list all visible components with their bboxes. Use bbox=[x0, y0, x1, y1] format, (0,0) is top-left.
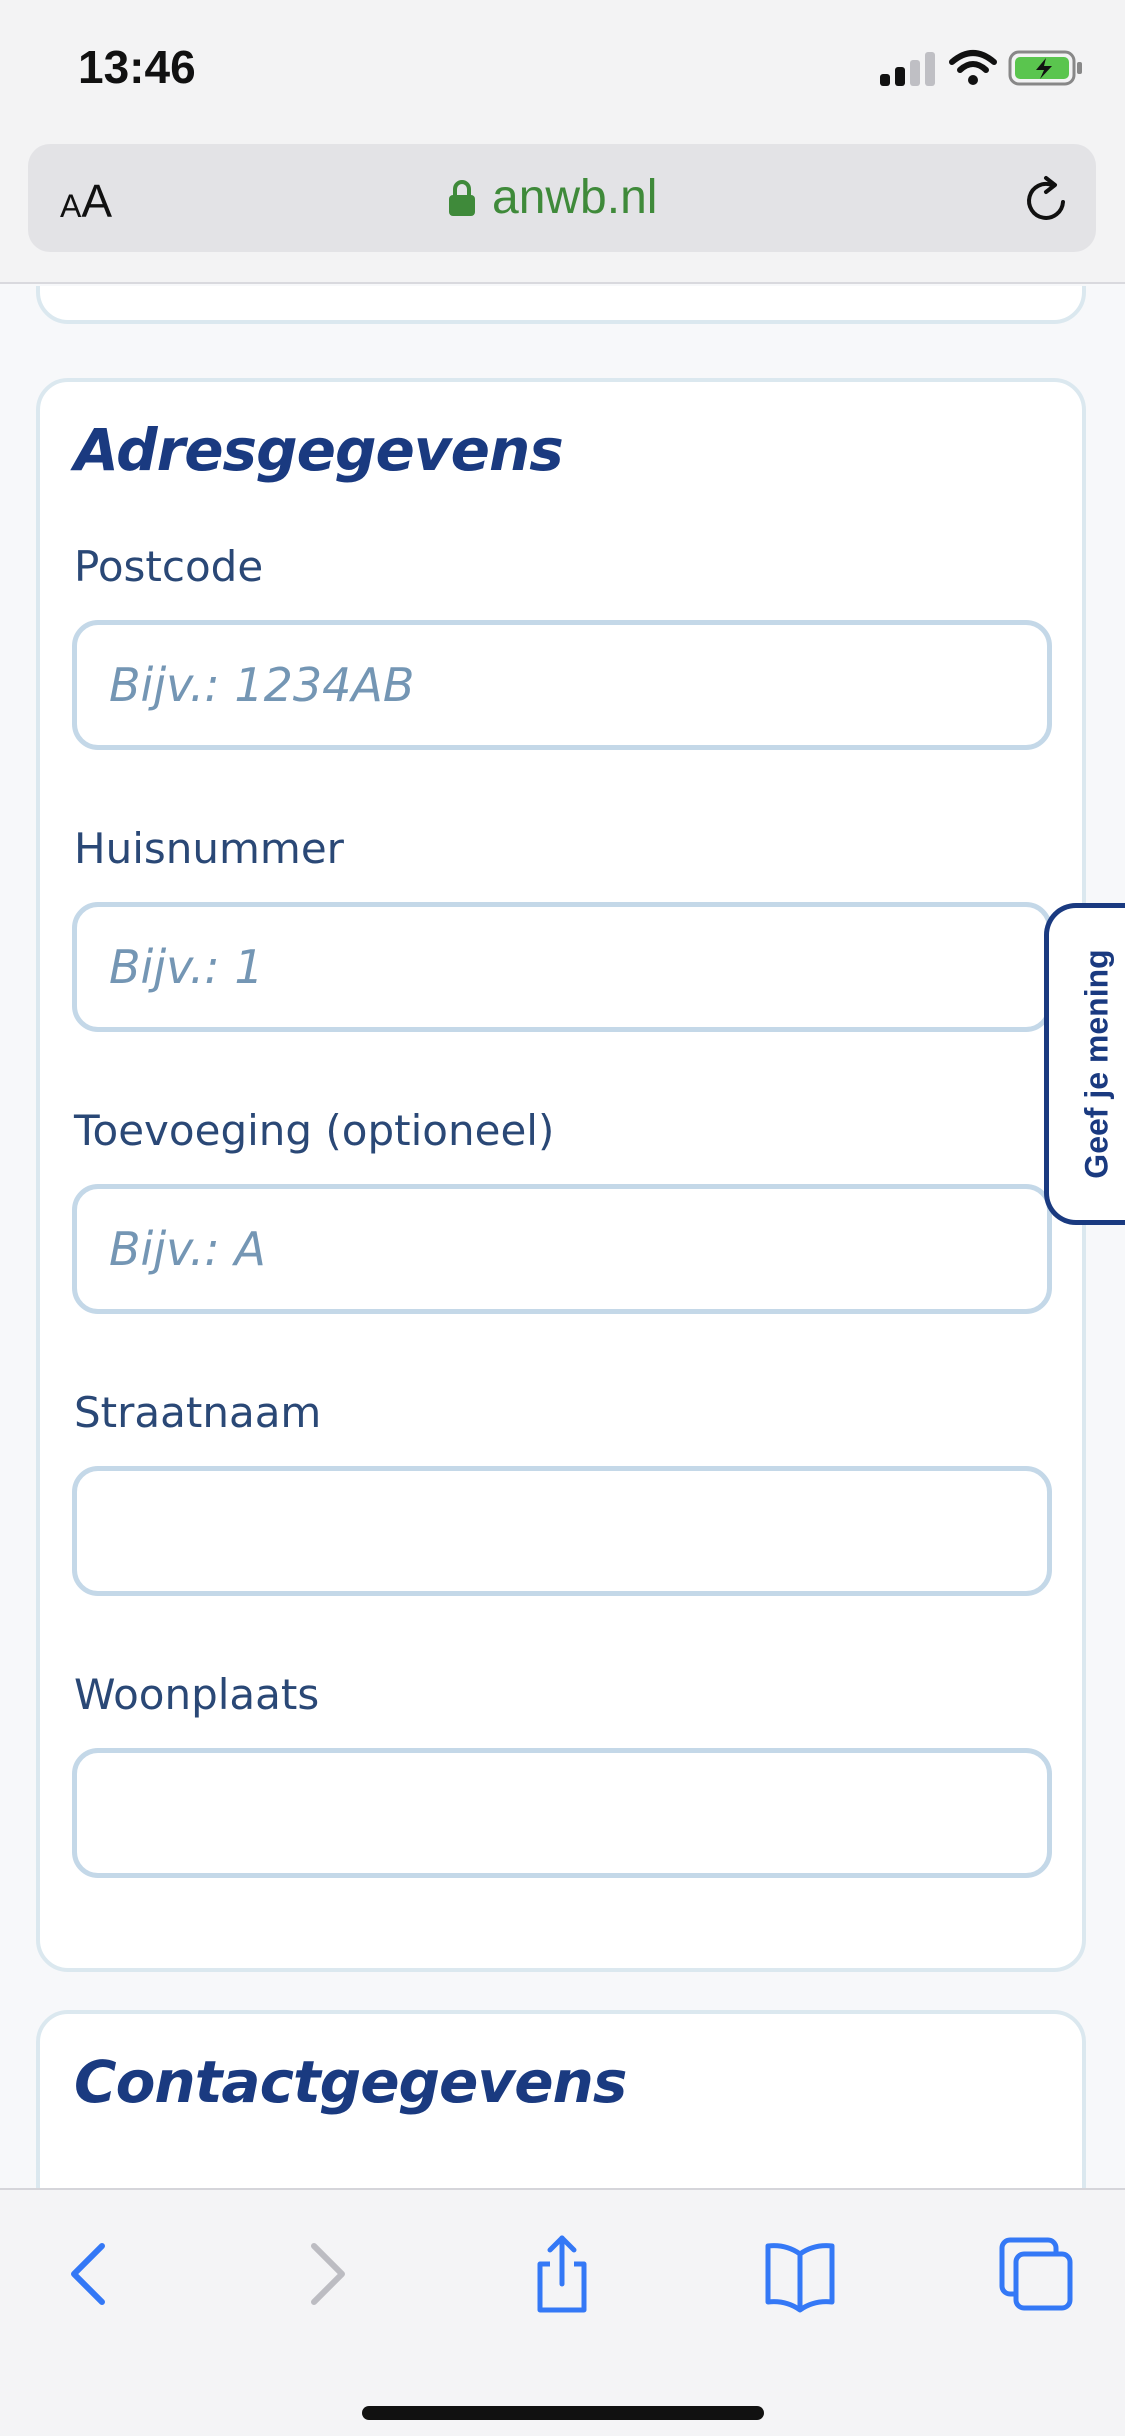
web-page-content: Adresgegevens Postcode Bijv.: 1234AB Hui… bbox=[0, 286, 1125, 2188]
forward-icon[interactable] bbox=[282, 2232, 366, 2316]
city-label: Woonplaats bbox=[74, 1670, 320, 1719]
section-title-contact: Contactgegevens bbox=[74, 2048, 627, 2116]
text-size-small-label: A bbox=[60, 188, 82, 224]
cellular-signal-icon bbox=[880, 52, 936, 86]
url-display[interactable]: anwb.nl bbox=[448, 170, 657, 225]
city-input[interactable] bbox=[72, 1748, 1052, 1878]
status-time: 13:46 bbox=[78, 41, 196, 93]
bookmarks-icon[interactable] bbox=[758, 2232, 842, 2316]
browser-address-area: AA anwb.nl bbox=[0, 140, 1125, 284]
section-title-address: Adresgegevens bbox=[74, 416, 564, 484]
url-text: anwb.nl bbox=[492, 171, 658, 224]
text-size-button[interactable]: AA bbox=[60, 174, 112, 228]
battery-icon bbox=[1008, 50, 1082, 86]
feedback-tab[interactable]: Geef je mening bbox=[1044, 903, 1125, 1225]
wifi-icon bbox=[949, 50, 997, 85]
house-number-label: Huisnummer bbox=[74, 824, 344, 873]
feedback-tab-label: Geef je mening bbox=[1078, 949, 1114, 1179]
reload-icon[interactable] bbox=[1018, 172, 1074, 228]
street-name-label: Straatnaam bbox=[74, 1388, 322, 1437]
text-size-large-label: A bbox=[81, 175, 113, 227]
addition-label: Toevoeging (optioneel) bbox=[74, 1106, 555, 1155]
address-bar[interactable]: AA anwb.nl bbox=[28, 144, 1096, 252]
home-indicator bbox=[362, 2406, 764, 2420]
browser-toolbar bbox=[0, 2188, 1125, 2436]
address-section-card: Adresgegevens Postcode Bijv.: 1234AB Hui… bbox=[36, 378, 1086, 1972]
addition-input[interactable]: Bijv.: A bbox=[72, 1184, 1052, 1314]
status-bar: 13:46 bbox=[0, 0, 1125, 140]
house-number-input[interactable]: Bijv.: 1 bbox=[72, 902, 1052, 1032]
previous-section-card bbox=[36, 286, 1086, 324]
lock-icon bbox=[449, 179, 475, 216]
back-icon[interactable] bbox=[50, 2232, 134, 2316]
share-icon[interactable] bbox=[520, 2232, 604, 2316]
postcode-input[interactable]: Bijv.: 1234AB bbox=[72, 620, 1052, 750]
tabs-icon[interactable] bbox=[994, 2232, 1078, 2316]
postcode-label: Postcode bbox=[74, 542, 264, 591]
contact-section-card: Contactgegevens bbox=[36, 2010, 1086, 2188]
street-name-input[interactable] bbox=[72, 1466, 1052, 1596]
